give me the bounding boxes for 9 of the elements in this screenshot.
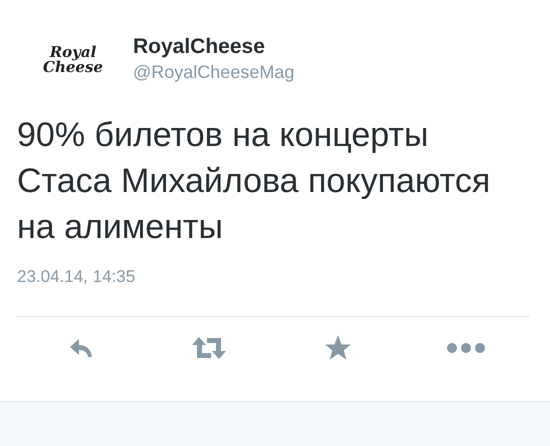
star-icon[interactable] — [324, 334, 352, 362]
tweet-timestamp[interactable]: 23.04.14, 14:35 — [17, 264, 550, 290]
account-name[interactable]: RoyalCheese — [133, 34, 294, 60]
tweet-text: 90% билетов на концерты Стаса Михайлова покупаются на алименты — [17, 115, 492, 248]
reply-icon[interactable] — [69, 336, 94, 358]
more-icon[interactable] — [446, 342, 486, 354]
account-handle[interactable]: @RoyalCheeseMag — [133, 60, 294, 84]
logo: Royal Cheese — [42, 42, 104, 78]
retweet-icon[interactable] — [191, 336, 228, 360]
